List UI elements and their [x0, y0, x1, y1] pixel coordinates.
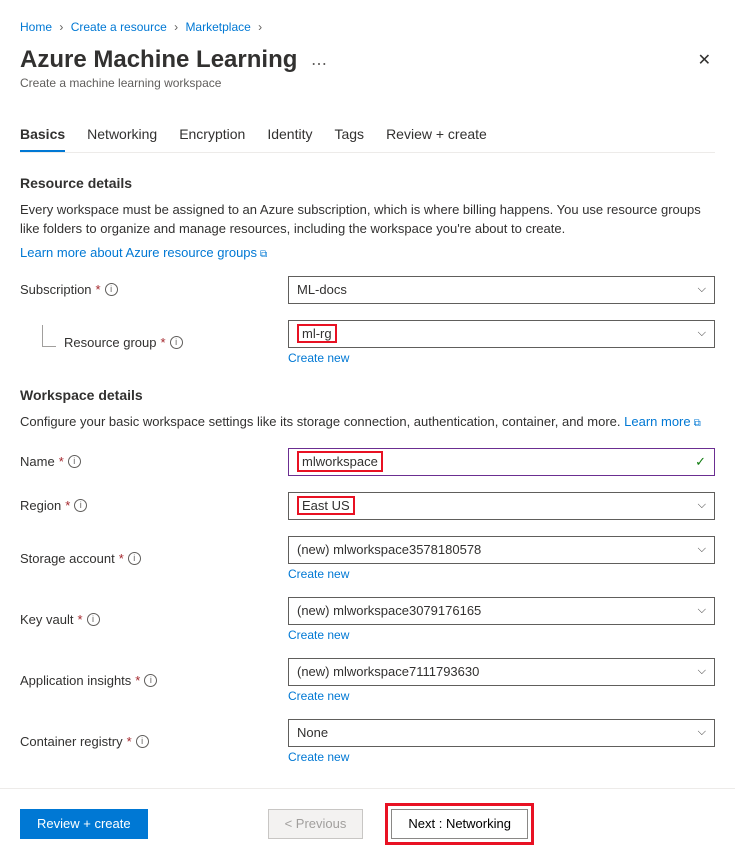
page-title: Azure Machine Learning — [20, 46, 297, 74]
chevron-down-icon: ⌵ — [698, 604, 706, 617]
container-registry-create-new-link[interactable]: Create new — [288, 750, 349, 764]
workspace-details-desc: Configure your basic workspace settings … — [20, 413, 715, 432]
breadcrumb-create-resource[interactable]: Create a resource — [71, 20, 167, 34]
info-icon[interactable]: i — [68, 455, 81, 468]
key-vault-label: Key vault — [20, 612, 73, 627]
required-icon: * — [77, 612, 82, 627]
chevron-down-icon: ⌵ — [698, 499, 706, 512]
resource-details-heading: Resource details — [20, 175, 715, 191]
close-button[interactable]: ✕ — [694, 46, 715, 74]
tab-basics[interactable]: Basics — [20, 118, 65, 152]
app-insights-create-new-link[interactable]: Create new — [288, 689, 349, 703]
storage-account-select[interactable]: (new) mlworkspace3578180578 ⌵ — [288, 536, 715, 564]
key-vault-create-new-link[interactable]: Create new — [288, 628, 349, 642]
chevron-right-icon: › — [258, 20, 262, 34]
container-registry-label: Container registry — [20, 734, 123, 749]
required-icon: * — [96, 282, 101, 297]
check-icon: ✓ — [695, 454, 706, 470]
subscription-select[interactable]: ML-docs ⌵ — [288, 276, 715, 304]
chevron-down-icon: ⌵ — [698, 726, 706, 739]
storage-account-create-new-link[interactable]: Create new — [288, 567, 349, 581]
info-icon[interactable]: i — [87, 613, 100, 626]
breadcrumb-marketplace[interactable]: Marketplace — [185, 20, 250, 34]
tab-review-create[interactable]: Review + create — [386, 118, 487, 152]
learn-workspace-link[interactable]: Learn more⧉ — [624, 414, 701, 429]
chevron-down-icon: ⌵ — [698, 665, 706, 678]
storage-account-label: Storage account — [20, 551, 115, 566]
more-icon[interactable]: ⋯ — [311, 56, 327, 73]
app-insights-label: Application insights — [20, 673, 131, 688]
subscription-label: Subscription — [20, 282, 92, 297]
review-create-button[interactable]: Review + create — [20, 809, 148, 839]
info-icon[interactable]: i — [128, 552, 141, 565]
name-label: Name — [20, 454, 55, 469]
resource-group-label: Resource group — [64, 335, 157, 350]
tabs: Basics Networking Encryption Identity Ta… — [20, 118, 715, 153]
required-icon: * — [65, 498, 70, 513]
chevron-right-icon: › — [174, 20, 178, 34]
external-link-icon: ⧉ — [260, 249, 267, 260]
required-icon: * — [127, 734, 132, 749]
next-networking-button[interactable]: Next : Networking — [391, 809, 528, 839]
key-vault-select[interactable]: (new) mlworkspace3079176165 ⌵ — [288, 597, 715, 625]
container-registry-select[interactable]: None ⌵ — [288, 719, 715, 747]
required-icon: * — [161, 335, 166, 350]
info-icon[interactable]: i — [74, 499, 87, 512]
info-icon[interactable]: i — [144, 674, 157, 687]
region-select[interactable]: East US ⌵ — [288, 492, 715, 520]
learn-resource-groups-link[interactable]: Learn more about Azure resource groups⧉ — [20, 245, 267, 260]
resource-group-create-new-link[interactable]: Create new — [288, 351, 349, 365]
tab-encryption[interactable]: Encryption — [179, 118, 245, 152]
region-label: Region — [20, 498, 61, 513]
workspace-details-heading: Workspace details — [20, 387, 715, 403]
chevron-right-icon: › — [59, 20, 63, 34]
chevron-down-icon: ⌵ — [698, 327, 706, 340]
required-icon: * — [59, 454, 64, 469]
indent-bracket-icon — [42, 325, 56, 347]
info-icon[interactable]: i — [105, 283, 118, 296]
breadcrumb: Home › Create a resource › Marketplace › — [20, 20, 715, 34]
required-icon: * — [135, 673, 140, 688]
external-link-icon: ⧉ — [694, 418, 701, 429]
required-icon: * — [119, 551, 124, 566]
chevron-down-icon: ⌵ — [698, 543, 706, 556]
info-icon[interactable]: i — [170, 336, 183, 349]
close-icon: ✕ — [698, 52, 711, 69]
resource-details-desc: Every workspace must be assigned to an A… — [20, 201, 715, 239]
app-insights-select[interactable]: (new) mlworkspace7111793630 ⌵ — [288, 658, 715, 686]
name-input[interactable]: mlworkspace ✓ — [288, 448, 715, 476]
resource-group-select[interactable]: ml-rg ⌵ — [288, 320, 715, 348]
info-icon[interactable]: i — [136, 735, 149, 748]
previous-button: < Previous — [268, 809, 364, 839]
tab-networking[interactable]: Networking — [87, 118, 157, 152]
page-subtitle: Create a machine learning workspace — [20, 76, 327, 90]
footer: Review + create < Previous Next : Networ… — [0, 788, 735, 859]
tab-tags[interactable]: Tags — [334, 118, 364, 152]
chevron-down-icon: ⌵ — [698, 283, 706, 296]
tab-identity[interactable]: Identity — [267, 118, 312, 152]
breadcrumb-home[interactable]: Home — [20, 20, 52, 34]
next-button-highlight: Next : Networking — [385, 803, 534, 845]
